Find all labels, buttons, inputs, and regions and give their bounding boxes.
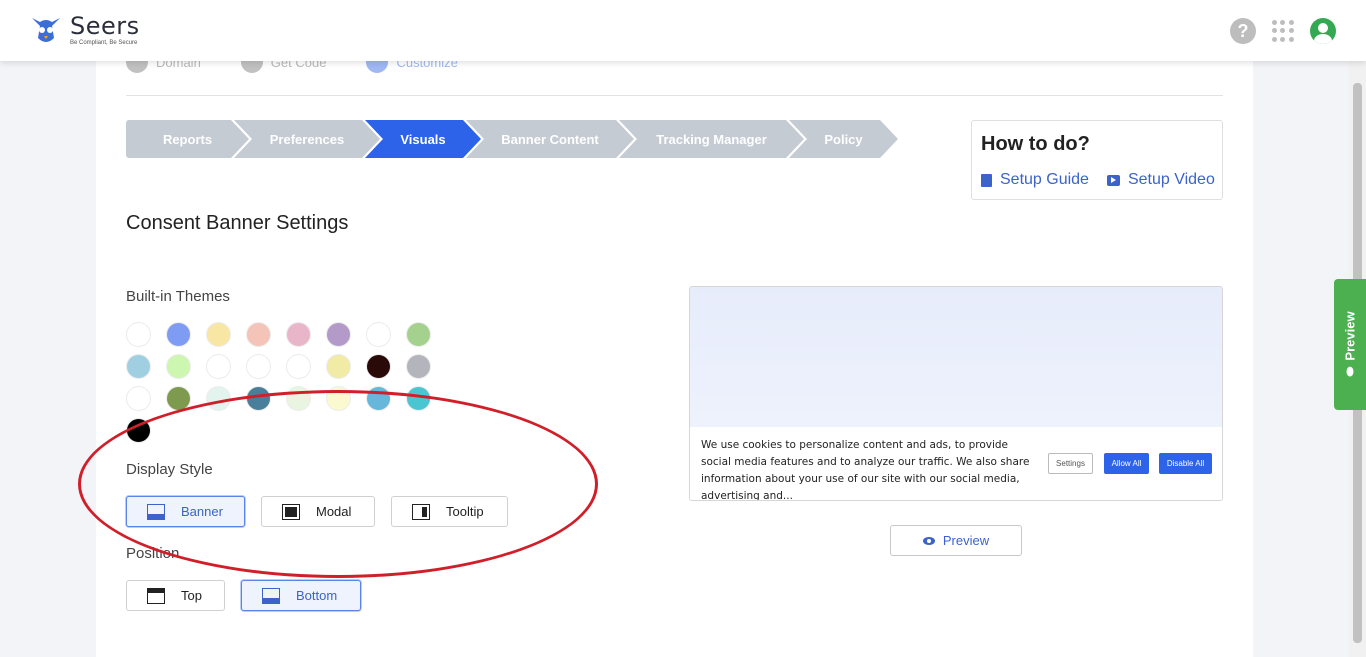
- top-header: Seers Be Compliant, Be Secure ?: [0, 0, 1366, 61]
- nav-policy[interactable]: Policy: [789, 120, 898, 158]
- cookie-banner-text: We use cookies to personalize content an…: [701, 439, 1030, 501]
- display-banner-button[interactable]: Banner: [126, 496, 245, 527]
- banner-allow-all-button[interactable]: Allow All: [1104, 453, 1149, 474]
- user-avatar-icon[interactable]: [1310, 18, 1336, 44]
- how-to-title: How to do?: [981, 133, 1090, 155]
- position-label: Position: [126, 545, 180, 562]
- settings-nav: Reports Preferences Visuals Banner Conte…: [126, 120, 883, 158]
- nav-tracking-manager[interactable]: Tracking Manager: [619, 120, 804, 158]
- logo-tagline: Be Compliant, Be Secure: [70, 40, 138, 46]
- position-top-button[interactable]: Top: [126, 580, 225, 611]
- theme-swatch[interactable]: [166, 354, 191, 379]
- preview-button-label: Preview: [942, 533, 990, 548]
- theme-swatch[interactable]: [366, 386, 391, 411]
- option-label: Tooltip: [446, 504, 484, 519]
- theme-swatch[interactable]: [246, 386, 271, 411]
- setup-guide-label: Setup Guide: [1000, 171, 1089, 188]
- banner-disable-all-button[interactable]: Disable All: [1159, 453, 1212, 474]
- nav-banner-content[interactable]: Banner Content: [466, 120, 634, 158]
- theme-swatch[interactable]: [366, 354, 391, 379]
- theme-swatch[interactable]: [126, 418, 151, 443]
- theme-swatch[interactable]: [126, 354, 151, 379]
- position-bottom-button[interactable]: Bottom: [241, 580, 361, 611]
- theme-swatch[interactable]: [286, 354, 311, 379]
- theme-swatch[interactable]: [246, 322, 271, 347]
- video-icon: [1106, 174, 1120, 186]
- display-modal-button[interactable]: Modal: [261, 496, 375, 527]
- divider: [126, 95, 1223, 96]
- setup-video-label: Setup Video: [1127, 171, 1215, 188]
- logo-name: Seers: [70, 12, 140, 40]
- display-style-label: Display Style: [126, 461, 213, 478]
- banner-preview: We use cookies to personalize content an…: [689, 286, 1223, 501]
- setup-guide-link[interactable]: Setup Guide: [981, 171, 1089, 189]
- nav-reports[interactable]: Reports: [126, 120, 249, 158]
- option-label: Modal: [316, 504, 352, 519]
- theme-swatch[interactable]: [206, 322, 231, 347]
- theme-swatch[interactable]: [406, 322, 431, 347]
- how-to-do-panel: How to do? Setup Guide Setup Video: [971, 120, 1223, 200]
- theme-swatch[interactable]: [206, 354, 231, 379]
- page-title: Consent Banner Settings: [126, 212, 349, 234]
- tooltip-layout-icon: [412, 503, 430, 520]
- option-label: Top: [181, 588, 202, 603]
- owl-logo-icon: [28, 12, 64, 48]
- modal-layout-icon: [282, 503, 300, 520]
- option-label: Bottom: [296, 588, 338, 603]
- theme-swatch[interactable]: [166, 386, 191, 411]
- apps-grid-icon[interactable]: [1270, 18, 1296, 44]
- theme-swatch[interactable]: [126, 322, 151, 347]
- main-card: Domain Get Code Customize Reports Prefer…: [96, 51, 1253, 657]
- banner-settings-button[interactable]: Settings: [1048, 453, 1093, 474]
- theme-swatch[interactable]: [406, 354, 431, 379]
- nav-visuals[interactable]: Visuals: [365, 120, 481, 158]
- display-tooltip-button[interactable]: Tooltip: [391, 496, 508, 527]
- theme-swatch[interactable]: [166, 322, 191, 347]
- theme-swatch[interactable]: [126, 386, 151, 411]
- side-preview-tab[interactable]: Preview: [1334, 279, 1366, 410]
- theme-swatch[interactable]: [366, 322, 391, 347]
- theme-swatch[interactable]: [246, 354, 271, 379]
- help-icon[interactable]: ?: [1230, 18, 1256, 44]
- preview-page-area: [690, 287, 1222, 427]
- theme-swatch[interactable]: [286, 322, 311, 347]
- option-label: Banner: [181, 504, 223, 519]
- eye-icon: [1346, 366, 1354, 377]
- theme-swatch[interactable]: [406, 386, 431, 411]
- theme-swatch[interactable]: [326, 354, 351, 379]
- setup-video-link[interactable]: Setup Video: [1106, 171, 1215, 189]
- top-position-icon: [147, 587, 165, 604]
- nav-preferences[interactable]: Preferences: [234, 120, 380, 158]
- bottom-position-icon: [262, 587, 280, 604]
- theme-swatch[interactable]: [286, 386, 311, 411]
- side-tab-label: Preview: [1342, 311, 1358, 361]
- seers-logo[interactable]: Seers Be Compliant, Be Secure: [28, 12, 140, 48]
- cookie-banner: We use cookies to personalize content an…: [690, 427, 1222, 501]
- book-icon: [981, 173, 992, 187]
- banner-layout-icon: [147, 503, 165, 520]
- eye-icon: [922, 536, 935, 545]
- theme-swatch[interactable]: [326, 322, 351, 347]
- themes-label: Built-in Themes: [126, 288, 230, 305]
- preview-button[interactable]: Preview: [890, 525, 1022, 556]
- theme-swatch[interactable]: [206, 386, 231, 411]
- theme-swatch[interactable]: [326, 386, 351, 411]
